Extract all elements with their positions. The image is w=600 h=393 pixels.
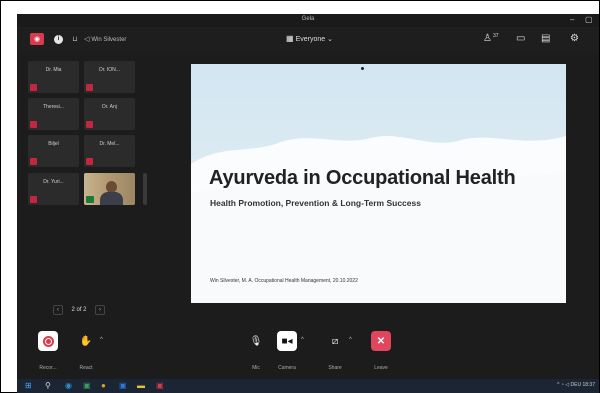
participant-video-tile[interactable] xyxy=(84,173,135,205)
react-button[interactable]: ✋ xyxy=(76,331,96,351)
camera-button[interactable]: ■◂ xyxy=(277,331,297,351)
clock[interactable]: 18:37 xyxy=(582,382,595,388)
raise-hand-icon: ✋ xyxy=(79,335,93,347)
participant-video-body xyxy=(100,192,123,205)
edge-browser-icon[interactable]: ◉ xyxy=(65,381,72,391)
language-indicator[interactable]: DEU xyxy=(571,382,582,388)
system-tray: ^ ◔ ◁ DEU 18:37 xyxy=(557,382,595,388)
info-icon: i xyxy=(54,34,63,44)
speaker-volume-icon: ◁ xyxy=(84,36,90,43)
participant-tile[interactable]: Theresi... xyxy=(28,98,79,130)
react-label: React xyxy=(79,365,93,371)
mic-label: Mic xyxy=(252,365,260,371)
maximize-icon[interactable]: ▢ xyxy=(585,15,593,25)
chevron-up-icon[interactable]: ^ xyxy=(301,337,304,343)
tray-expand-icon[interactable]: ^ xyxy=(557,382,559,388)
chat-icon: ▭ xyxy=(516,33,526,44)
participant-pager: ‹ 2 of 2 › xyxy=(53,303,105,317)
participant-tile[interactable]: Dr. ION... xyxy=(84,61,135,93)
chevron-left-icon[interactable]: ‹ xyxy=(53,305,63,315)
active-mic-icon xyxy=(86,196,94,203)
gear-icon: ⚙ xyxy=(570,33,579,44)
share-label: Share xyxy=(328,365,342,371)
cloud-decoration xyxy=(191,136,566,303)
pdf-app-icon[interactable]: ▣ xyxy=(156,381,164,391)
app-green-icon[interactable]: ▣ xyxy=(83,381,91,391)
volume-icon: ◁ xyxy=(565,382,570,388)
participant-name: Dr. Anj xyxy=(102,104,117,110)
muted-mic-icon xyxy=(30,121,37,128)
chevron-down-icon: ⌄ xyxy=(327,36,333,43)
muted-mic-icon xyxy=(86,121,93,128)
record-icon: ◉ xyxy=(33,36,41,43)
participant-name: Dr. Mel... xyxy=(99,141,120,147)
audience-label: Everyone xyxy=(295,36,326,43)
calendar-icon: ▤ xyxy=(541,33,551,44)
lock-button[interactable]: ⊔ xyxy=(69,33,81,45)
search-icon[interactable]: ⚲ xyxy=(45,381,51,391)
participant-tile[interactable]: Biljel xyxy=(28,135,79,167)
share-button[interactable]: ⧄ xyxy=(325,331,345,351)
leave-label: Leave xyxy=(374,365,388,371)
record-label: Recor... xyxy=(39,365,57,371)
windows-start-icon[interactable]: ⊞ xyxy=(25,381,32,391)
muted-mic-icon xyxy=(30,84,37,91)
participants-button[interactable]: ♙37 xyxy=(483,33,499,44)
active-speaker: ◁ Win Silvester xyxy=(84,35,126,43)
camera-label: Camera xyxy=(278,365,296,371)
participant-count: 37 xyxy=(492,33,499,39)
settings-button[interactable]: ⚙ xyxy=(570,33,579,44)
record-icon xyxy=(42,335,54,347)
participant-name: Theresi... xyxy=(43,104,64,110)
participant-name: Dr. Mia xyxy=(45,67,62,73)
muted-mic-icon xyxy=(30,196,37,203)
participant-tile[interactable]: Dr. Mia xyxy=(28,61,79,93)
share-screen-icon: ⧄ xyxy=(331,335,339,347)
people-icon: ♙ xyxy=(483,33,492,44)
participant-tile[interactable]: Dr. Yuri... xyxy=(28,173,79,205)
mouse-cursor xyxy=(361,67,364,70)
title-bar: Gela – ▢ xyxy=(17,14,599,27)
mic-button[interactable]: 🎙 xyxy=(246,331,266,351)
participant-name: Dr. Yuri... xyxy=(43,179,64,185)
view-audience-dropdown[interactable]: ▦ Everyone ⌄ xyxy=(286,34,333,43)
calendar-button[interactable]: ▤ xyxy=(541,33,550,44)
mic-off-icon: 🎙 xyxy=(249,335,263,347)
os-taskbar: ⊞ ⚲ ◉ ▣ ● ▣ ▬ ▣ ^ ◔ ◁ DEU 18:37 xyxy=(17,379,599,393)
muted-mic-icon xyxy=(86,158,93,165)
chevron-up-icon[interactable]: ^ xyxy=(100,337,103,343)
chevron-right-icon[interactable]: › xyxy=(94,305,105,315)
camera-icon: ■◂ xyxy=(281,335,293,347)
muted-mic-icon xyxy=(30,158,37,165)
window-title: Gela xyxy=(301,16,315,22)
chevron-up-icon[interactable]: ^ xyxy=(349,337,352,343)
participant-name: Biljel xyxy=(48,141,59,147)
participant-tile[interactable]: Dr. Anj xyxy=(84,98,135,130)
record-button[interactable] xyxy=(38,331,58,351)
slide-subtitle: Health Promotion, Prevention & Long-Term… xyxy=(210,198,421,208)
close-icon: ✕ xyxy=(376,335,386,347)
slide-footer: Win Silvester, M. A. Occupational Health… xyxy=(210,278,358,284)
leave-button[interactable]: ✕ xyxy=(371,331,391,351)
muted-mic-icon xyxy=(86,84,93,91)
participant-tile[interactable]: Dr. Mel... xyxy=(84,135,135,167)
chat-button[interactable]: ▭ xyxy=(516,33,525,44)
thumbnail-strip-handle[interactable] xyxy=(143,173,147,205)
app-blue-icon[interactable]: ▣ xyxy=(119,381,127,391)
participant-name: Dr. ION... xyxy=(99,67,120,73)
top-toolbar: ◉ i ⊔ ◁ Win Silvester ▦ Everyone ⌄ ♙37 ▭ ▤… xyxy=(17,27,599,53)
page-indicator: 2 of 2 xyxy=(71,307,87,313)
folder-icon[interactable]: ▬ xyxy=(137,381,145,391)
video-call-app: Gela – ▢ ◉ i ⊔ ◁ Win Silvester ▦ Everyone … xyxy=(17,14,599,379)
chrome-icon[interactable]: ● xyxy=(101,381,106,391)
active-speaker-name: Win Silvester xyxy=(91,37,127,43)
shared-screen-slide: Ayurveda in Occupational Health Health P… xyxy=(191,64,566,303)
network-icon: ◔ xyxy=(560,382,564,388)
recording-indicator-button[interactable]: ◉ xyxy=(30,33,44,45)
grid-icon: ▦ xyxy=(286,34,294,43)
lock-icon: ⊔ xyxy=(72,36,78,43)
slide-title: Ayurveda in Occupational Health xyxy=(209,167,516,189)
info-button[interactable]: i xyxy=(52,33,65,45)
minimize-icon[interactable]: – xyxy=(570,15,574,25)
